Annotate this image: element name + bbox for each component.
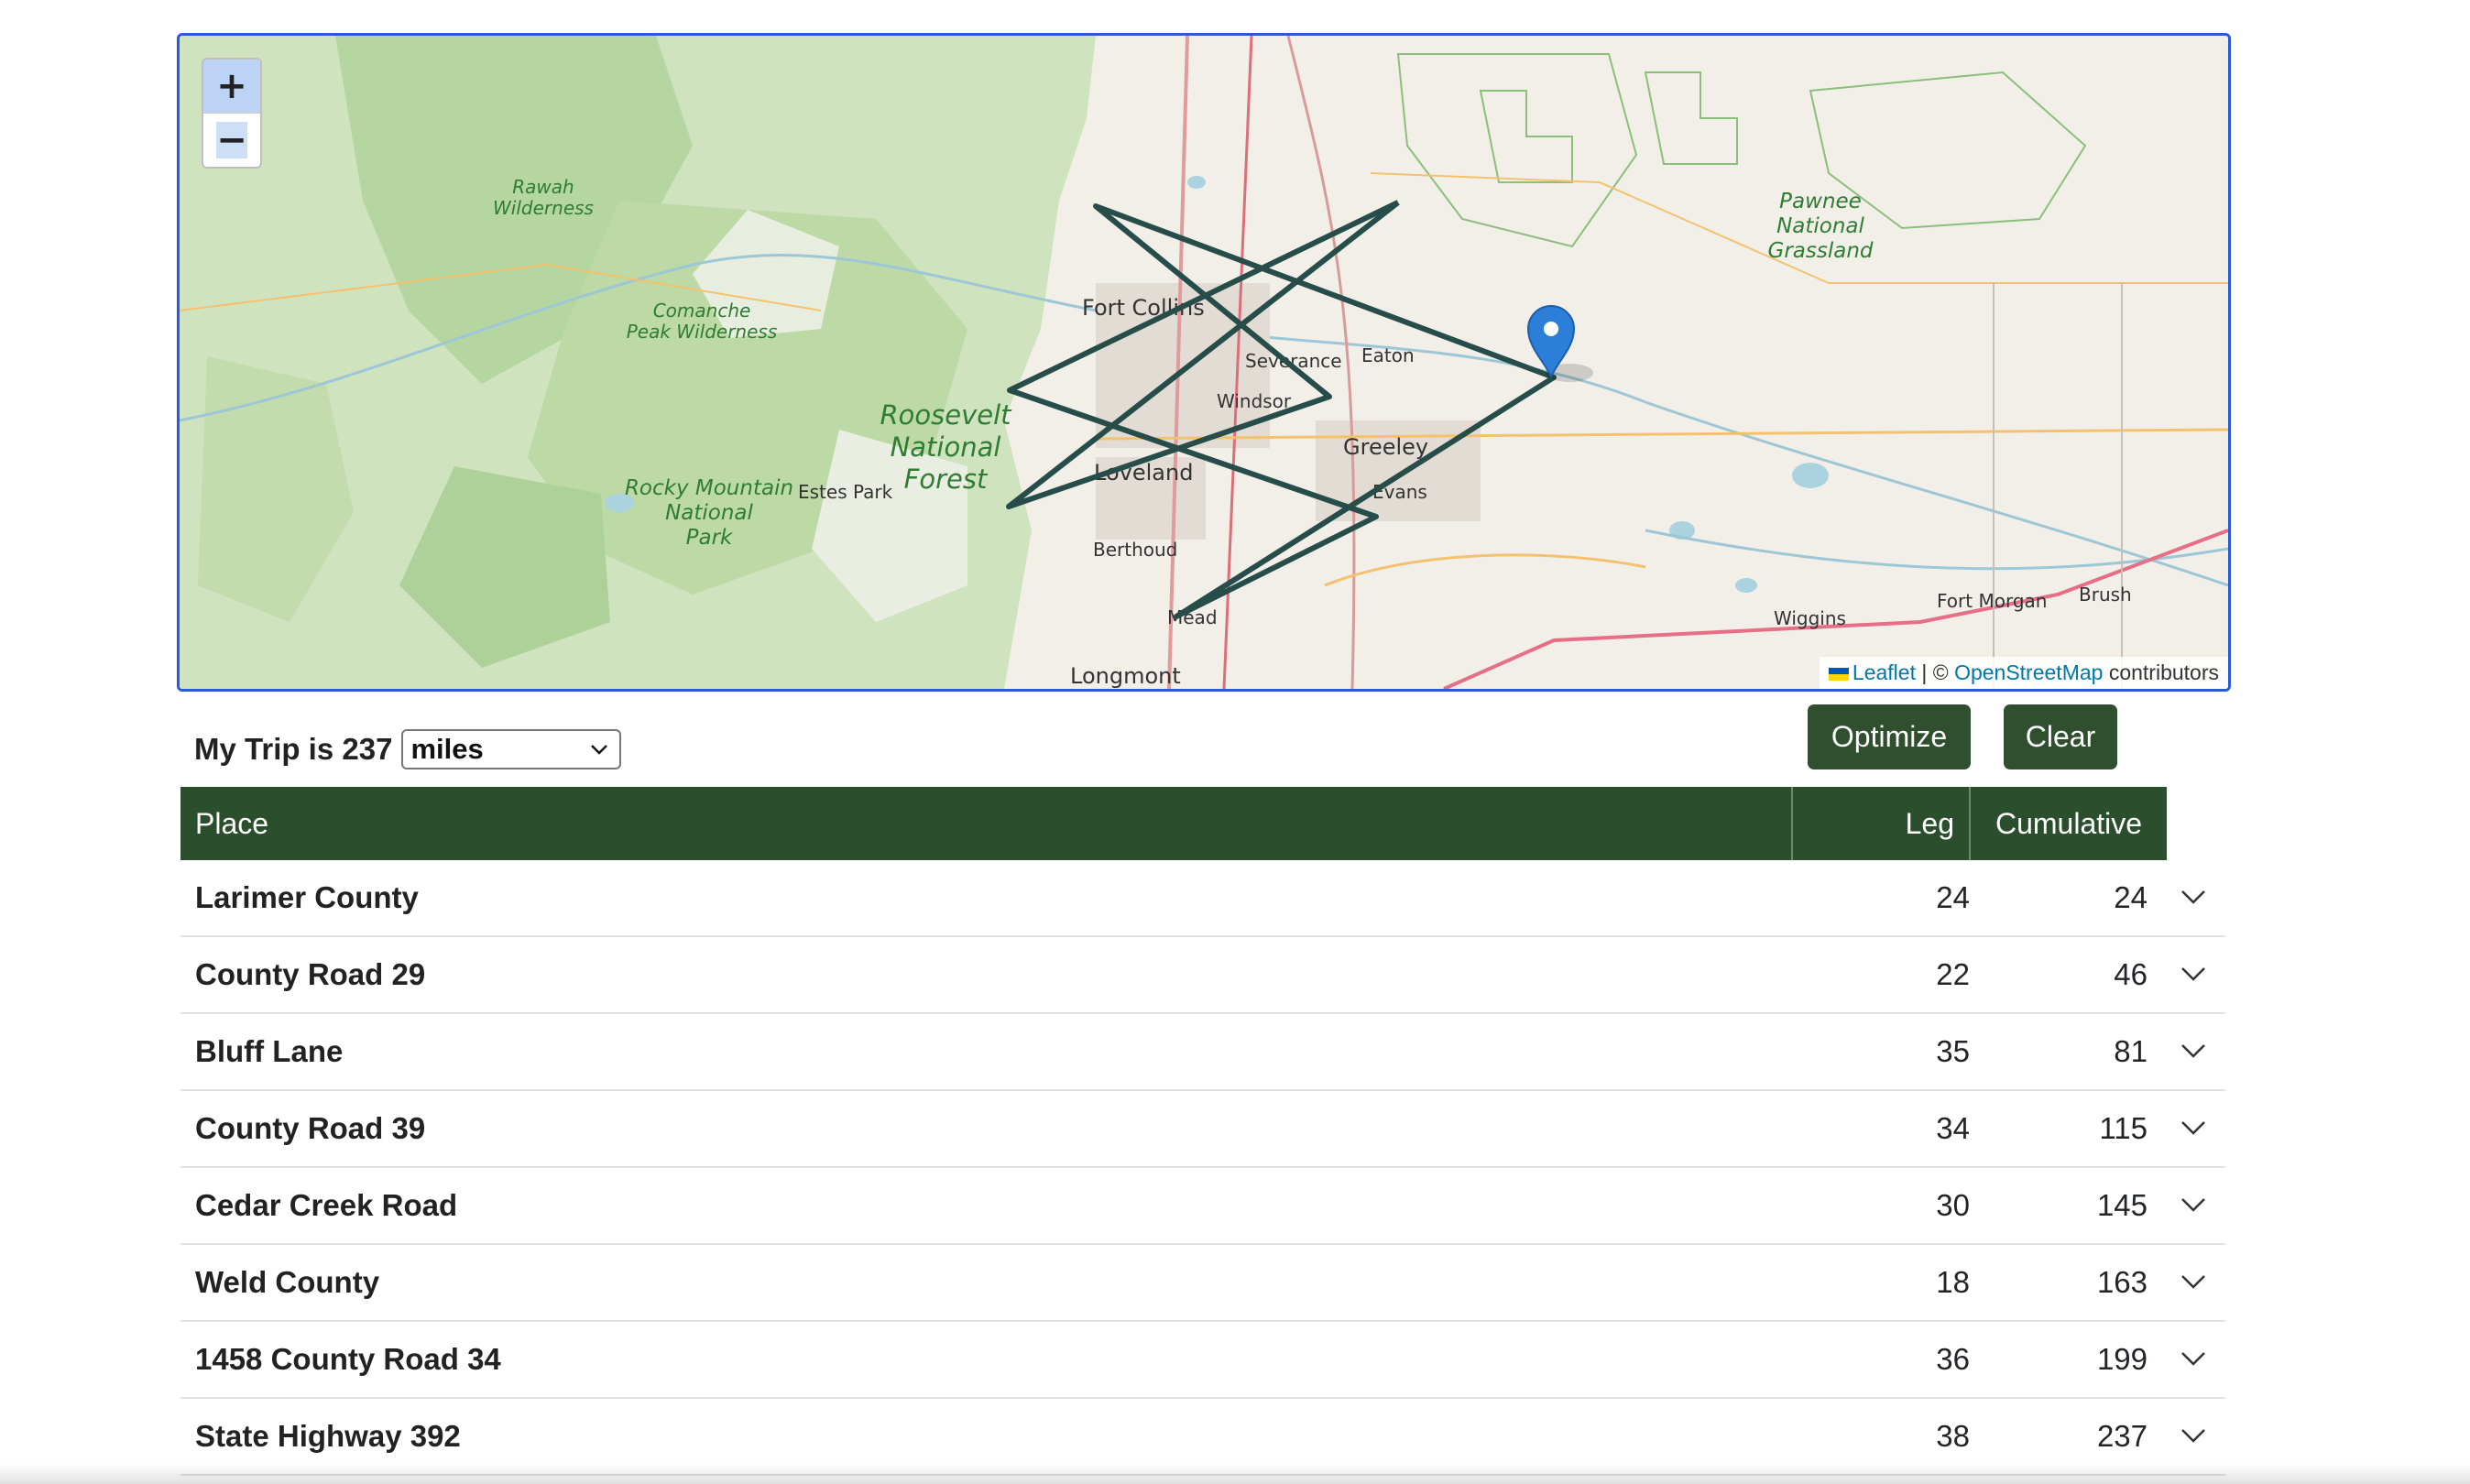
row-place: Weld County <box>195 1265 380 1299</box>
openstreetmap-link[interactable]: OpenStreetMap <box>1954 660 2103 684</box>
row-cumulative: 24 <box>2114 880 2148 914</box>
row-cumulative: 81 <box>2114 1034 2148 1068</box>
unit-select[interactable]: miles <box>401 729 622 769</box>
row-leg: 24 <box>1936 880 1970 914</box>
bottom-shadow <box>0 1464 2470 1484</box>
itinerary-table-body: Larimer County 24 24 County Road 29 22 46 Bluf… <box>180 860 2225 1476</box>
header-leg: Leg <box>1793 787 1969 860</box>
label-rmnp-3: Park <box>686 526 734 550</box>
chevron-down-icon[interactable] <box>2180 1117 2207 1139</box>
row-leg: 35 <box>1936 1034 1970 1068</box>
row-place: State Highway 392 <box>195 1419 461 1453</box>
map-tiles[interactable]: Fort Collins Severance Eaton Windsor Gre… <box>180 36 2228 689</box>
zoom-control: + − <box>202 58 262 169</box>
clear-button[interactable]: Clear <box>2004 704 2117 769</box>
chevron-down-icon[interactable] <box>2180 1194 2207 1216</box>
trip-map[interactable]: Fort Collins Severance Eaton Windsor Gre… <box>177 33 2231 692</box>
label-roosevelt-3: Forest <box>904 464 989 495</box>
zoom-out-label: − <box>216 119 247 161</box>
table-row[interactable]: Weld County 18 163 <box>180 1245 2225 1322</box>
label-berthoud: Berthoud <box>1093 539 1177 561</box>
label-longmont: Longmont <box>1070 663 1181 689</box>
row-cumulative: 237 <box>2096 1419 2148 1453</box>
row-leg: 30 <box>1936 1188 1970 1222</box>
chevron-down-icon[interactable] <box>2180 963 2207 985</box>
row-leg: 36 <box>1936 1342 1970 1376</box>
header-leg-label: Leg <box>1905 806 1954 840</box>
row-place: Larimer County <box>195 880 419 914</box>
row-place: County Road 29 <box>195 957 426 991</box>
label-roosevelt-2: National <box>891 431 1001 463</box>
row-cumulative: 46 <box>2114 957 2148 991</box>
row-leg: 34 <box>1936 1111 1970 1145</box>
row-leg: 18 <box>1936 1265 1970 1299</box>
row-place: 1458 County Road 34 <box>195 1342 501 1376</box>
label-fort-morgan: Fort Morgan <box>1937 590 2047 612</box>
row-leg: 22 <box>1936 957 1970 991</box>
label-pawnee-1: Pawnee <box>1779 190 1862 213</box>
row-cumulative: 145 <box>2096 1188 2148 1222</box>
row-place: Bluff Lane <box>195 1034 344 1068</box>
leaflet-link[interactable]: Leaflet <box>1852 660 1916 684</box>
label-roosevelt-1: Roosevelt <box>880 399 1012 431</box>
label-pawnee-3: Grassland <box>1768 239 1874 263</box>
label-rmnp-1: Rocky Mountain <box>625 476 793 500</box>
ukraine-flag-icon <box>1828 667 1849 681</box>
chevron-down-icon[interactable] <box>2180 1040 2207 1062</box>
table-row[interactable]: County Road 29 22 46 <box>180 937 2225 1014</box>
attribution-separator: | © <box>1915 660 1955 684</box>
chevron-down-icon[interactable] <box>2180 886 2207 908</box>
trip-title: My Trip is 237 <box>194 732 393 766</box>
row-cumulative: 115 <box>2099 1111 2148 1145</box>
label-windsor: Windsor <box>1217 390 1292 412</box>
header-cumulative: Cumulative <box>1995 806 2143 840</box>
row-cumulative: 199 <box>2096 1342 2148 1376</box>
row-place: Cedar Creek Road <box>195 1188 458 1222</box>
label-estes-park: Estes Park <box>798 481 893 503</box>
label-greeley: Greeley <box>1343 434 1428 460</box>
table-row[interactable]: 1458 County Road 34 36 199 <box>180 1322 2225 1399</box>
label-comanche-1: Comanche <box>653 300 751 322</box>
table-row[interactable]: Larimer County 24 24 <box>180 860 2225 937</box>
table-row[interactable]: County Road 39 34 115 <box>180 1091 2225 1168</box>
attribution-contributors: contributors <box>2103 660 2219 684</box>
map-attribution: Leaflet | © OpenStreetMap contributors <box>1819 657 2228 689</box>
zoom-out-button[interactable]: − <box>203 114 260 167</box>
zoom-in-button[interactable]: + <box>203 60 260 114</box>
label-rawah-1: Rawah <box>512 176 574 198</box>
chevron-down-icon[interactable] <box>2180 1348 2207 1369</box>
label-rmnp-2: National <box>665 501 753 525</box>
table-row[interactable]: Cedar Creek Road 30 145 <box>180 1168 2225 1245</box>
row-place: County Road 39 <box>195 1111 426 1145</box>
trip-summary: My Trip is 237 miles <box>194 729 622 769</box>
chevron-down-icon[interactable] <box>2180 1271 2207 1293</box>
optimize-button[interactable]: Optimize <box>1808 704 1971 769</box>
label-rawah-2: Wilderness <box>493 197 594 219</box>
chevron-down-icon <box>591 745 608 755</box>
row-leg: 38 <box>1936 1419 1970 1453</box>
label-wiggins: Wiggins <box>1774 607 1846 629</box>
label-brush: Brush <box>2079 584 2132 606</box>
unit-select-value: miles <box>410 733 484 765</box>
chevron-down-icon[interactable] <box>2180 1424 2207 1446</box>
header-place: Place <box>195 806 269 840</box>
table-row[interactable]: Bluff Lane 35 81 <box>180 1014 2225 1091</box>
label-eaton: Eaton <box>1361 344 1415 366</box>
label-pawnee-2: National <box>1776 214 1864 238</box>
itinerary-table-header: Place Leg Cumulative <box>180 787 2167 860</box>
row-cumulative: 163 <box>2096 1265 2148 1299</box>
label-comanche-2: Peak Wilderness <box>627 321 778 343</box>
